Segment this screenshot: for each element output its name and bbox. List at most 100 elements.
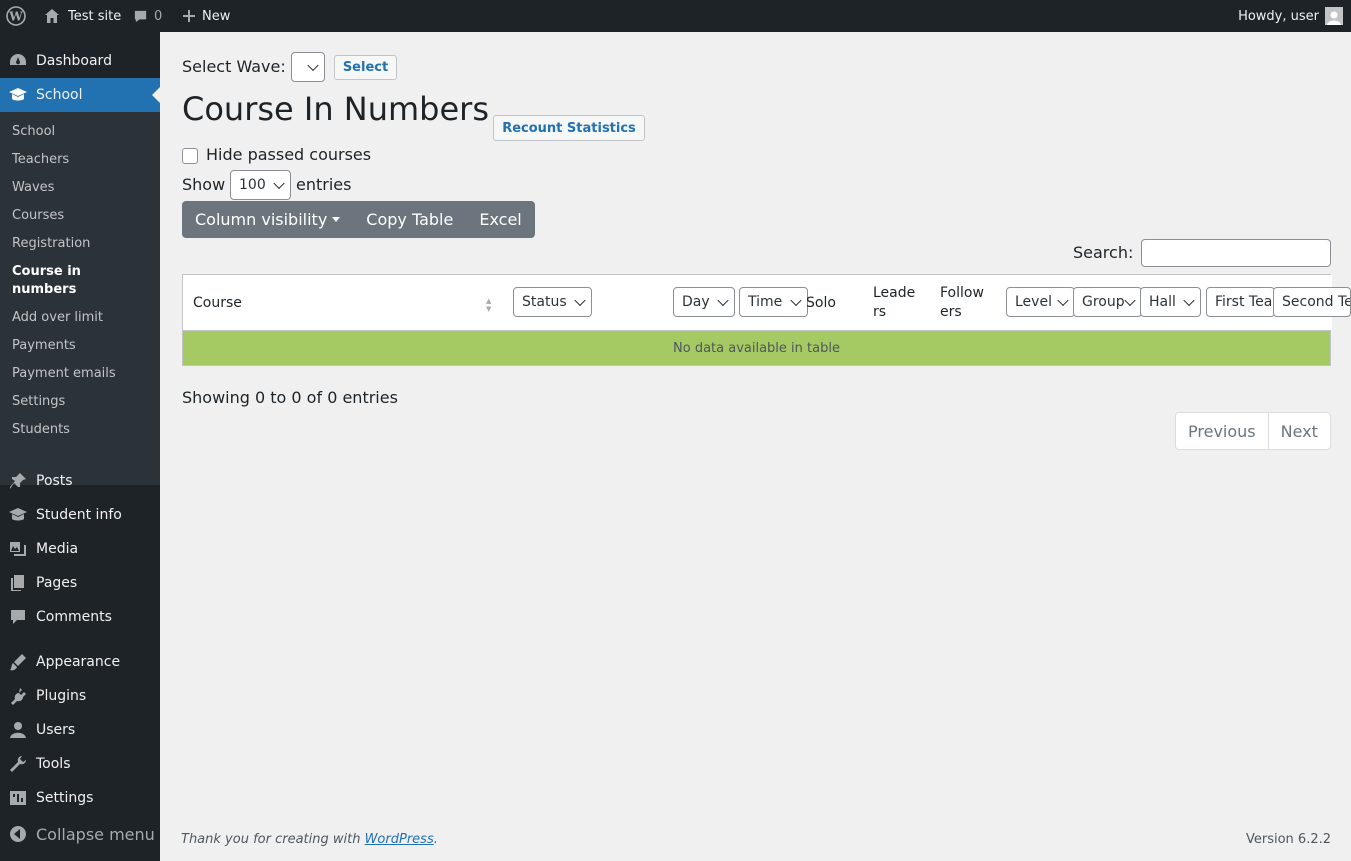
main-content: Select Wave: Select Course In Numbers Re…: [160, 32, 1351, 861]
column-leaders[interactable]: Leade rs: [873, 275, 915, 330]
account-menu[interactable]: Howdy, user: [1238, 0, 1343, 32]
submenu-school[interactable]: School: [12, 123, 152, 141]
menu-pages[interactable]: Pages: [0, 566, 160, 600]
hall-filter[interactable]: Hall: [1140, 287, 1201, 317]
day-filter-label: Day: [682, 294, 710, 310]
select-wave-button[interactable]: Select: [334, 55, 397, 80]
site-name-link[interactable]: Test site: [44, 0, 121, 32]
menu-dashboard-label: Dashboard: [36, 53, 112, 69]
caret-down-icon: [332, 217, 341, 222]
menu-school-label: School: [36, 87, 83, 103]
footer-version: Version 6.2.2: [1245, 832, 1331, 847]
menu-student-info[interactable]: Student info: [0, 498, 160, 532]
submenu-students[interactable]: Students: [12, 421, 152, 439]
search-input[interactable]: [1141, 239, 1331, 267]
admin-bar: W Test site 0 New Howdy, user: [0, 0, 1351, 32]
menu-users[interactable]: Users: [0, 713, 160, 747]
hide-passed-label: Hide passed courses: [206, 145, 372, 164]
wordpress-link[interactable]: WordPress: [365, 832, 434, 847]
menu-plugins-label: Plugins: [36, 688, 87, 704]
howdy-text: Howdy, user: [1238, 8, 1319, 24]
level-filter-label: Level: [1015, 294, 1052, 310]
menu-settings[interactable]: Settings: [0, 781, 160, 815]
column-visibility-label: Column visibility: [195, 210, 328, 229]
menu-pages-label: Pages: [36, 575, 78, 591]
pagination: Previous Next: [1175, 412, 1331, 450]
select-wave-label: Select Wave:: [182, 57, 286, 76]
menu-posts[interactable]: Posts: [0, 464, 160, 498]
submenu-courses[interactable]: Courses: [12, 207, 152, 225]
recount-statistics-button[interactable]: Recount Statistics: [493, 115, 645, 141]
menu-tools[interactable]: Tools: [0, 747, 160, 781]
menu-school[interactable]: School: [0, 78, 160, 112]
menu-plugins[interactable]: Plugins: [0, 679, 160, 713]
collapse-menu-label: Collapse menu: [36, 824, 155, 844]
school-icon: [9, 508, 27, 521]
submenu-teachers[interactable]: Teachers: [12, 151, 152, 169]
submenu-add-over-limit[interactable]: Add over limit: [12, 309, 152, 327]
wordpress-logo-icon[interactable]: W: [6, 0, 28, 32]
plus-icon: [183, 10, 195, 22]
time-filter[interactable]: Time: [739, 287, 808, 317]
previous-button[interactable]: Previous: [1176, 413, 1268, 449]
copy-table-button[interactable]: Copy Table: [353, 201, 466, 238]
first-teacher-filter[interactable]: First Tea: [1206, 287, 1275, 317]
footer-thank-you: Thank you for creating with WordPress.: [181, 832, 438, 847]
new-content-link[interactable]: New: [182, 0, 230, 32]
next-button[interactable]: Next: [1267, 413, 1330, 449]
table-header: Course ▲ ▼ Status Day Time Solo Leade rs …: [183, 275, 1351, 330]
wave-select[interactable]: [291, 52, 325, 82]
menu-dashboard[interactable]: Dashboard: [0, 44, 160, 78]
sort-icon[interactable]: ▲ ▼: [486, 297, 491, 313]
menu-posts-label: Posts: [36, 473, 73, 489]
menu-appearance[interactable]: Appearance: [0, 645, 160, 679]
submenu-payments[interactable]: Payments: [12, 337, 152, 355]
excel-button[interactable]: Excel: [466, 201, 534, 238]
menu-settings-label: Settings: [36, 790, 94, 806]
submenu-registration[interactable]: Registration: [12, 235, 152, 253]
column-followers[interactable]: Follow ers: [940, 275, 984, 330]
course-table: Course ▲ ▼ Status Day Time Solo Leade rs …: [182, 274, 1351, 366]
avatar: [1325, 7, 1343, 25]
settings-icon: [10, 791, 26, 805]
submenu-waves[interactable]: Waves: [12, 179, 152, 197]
status-filter-label: Status: [522, 294, 567, 310]
submenu-payment-emails[interactable]: Payment emails: [12, 365, 152, 383]
comments-link[interactable]: 0: [133, 0, 162, 32]
entries-select[interactable]: 100: [230, 170, 291, 200]
day-filter[interactable]: Day: [673, 287, 735, 317]
user-icon: [10, 722, 26, 738]
media-icon: [10, 542, 26, 556]
level-filter[interactable]: Level: [1006, 287, 1075, 317]
second-teacher-filter[interactable]: Second Te: [1273, 287, 1351, 317]
submenu-course-in-numbers[interactable]: Course in numbers: [12, 263, 102, 299]
showing-info: Showing 0 to 0 of 0 entries: [182, 388, 398, 407]
pin-icon: [10, 473, 26, 489]
table-buttons: Column visibility Copy Table Excel: [182, 201, 535, 238]
column-solo[interactable]: Solo: [806, 275, 836, 330]
collapse-menu-button[interactable]: Collapse menu: [0, 817, 160, 851]
svg-text:W: W: [8, 10, 23, 24]
menu-comments[interactable]: Comments: [0, 600, 160, 634]
collapse-icon: [10, 826, 26, 842]
show-label: Show: [182, 175, 226, 194]
column-visibility-button[interactable]: Column visibility: [182, 201, 353, 238]
admin-sidebar: Dashboard School School Teachers Waves C…: [0, 32, 160, 861]
wrench-icon: [10, 756, 26, 772]
second-teacher-filter-label: Second Te: [1282, 294, 1351, 310]
status-filter[interactable]: Status: [513, 287, 592, 317]
group-filter[interactable]: Group: [1073, 287, 1142, 317]
group-filter-label: Group: [1082, 294, 1125, 310]
empty-table-row: No data available in table: [183, 330, 1330, 365]
footer-period: .: [433, 832, 438, 847]
menu-media[interactable]: Media: [0, 532, 160, 566]
followers-label-line1: Follow: [940, 284, 984, 301]
school-submenu: School Teachers Waves Courses Registrati…: [0, 112, 160, 485]
menu-appearance-label: Appearance: [36, 654, 121, 670]
page-title: Course In Numbers: [182, 90, 489, 128]
submenu-settings[interactable]: Settings: [12, 393, 152, 411]
hall-filter-label: Hall: [1149, 294, 1176, 310]
column-course[interactable]: Course: [193, 275, 242, 330]
hide-passed-checkbox[interactable]: [182, 148, 198, 164]
search-label: Search:: [1073, 243, 1134, 262]
